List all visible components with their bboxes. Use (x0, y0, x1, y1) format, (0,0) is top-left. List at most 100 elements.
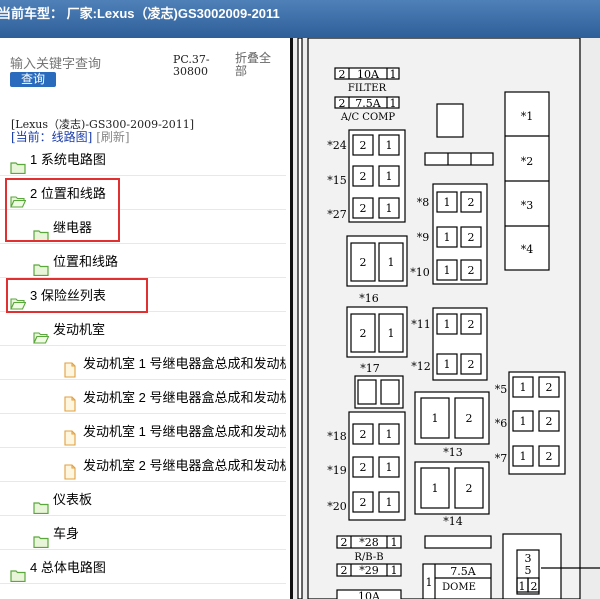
title-bar: 当前车型： 厂家:Lexus（凌志)GS3002009-2011 (0, 0, 600, 38)
svg-text:2: 2 (360, 139, 367, 152)
svg-text:1: 1 (426, 576, 433, 589)
svg-text:1: 1 (520, 450, 527, 463)
tree-item[interactable]: 发动机室 2 号继电器盒总成和发动机 (0, 381, 286, 414)
svg-text:1: 1 (386, 428, 393, 441)
tree-item[interactable]: 车身 (0, 517, 286, 550)
pin-text: 1 (519, 580, 526, 593)
svg-text:2: 2 (360, 170, 367, 183)
relay-id: *7 (495, 452, 508, 465)
refresh-link[interactable]: [刷新] (96, 130, 129, 144)
tree-item[interactable]: 1 系统电路图 (0, 143, 286, 176)
current-vehicle-title: 当前车型： 厂家:Lexus（凌志)GS3002009-2011 (0, 6, 280, 21)
fuse-text: R/B-B (354, 552, 383, 563)
svg-text:1: 1 (386, 461, 393, 474)
fuse-text: FILTER (348, 83, 387, 94)
fuse-text: 1 (390, 97, 397, 110)
folder-closed-icon (33, 493, 49, 515)
fuse-text: 10A (357, 68, 380, 81)
tree-item[interactable]: 发动机室 1 号继电器盒总成和发动机 (0, 415, 286, 448)
tree-item-label: 4 总体电路图 (30, 560, 106, 575)
relay-id: *15 (327, 174, 347, 187)
collapse-all-link[interactable]: 折叠全部 (235, 52, 280, 78)
svg-text:2: 2 (466, 412, 473, 425)
page-icon (63, 425, 79, 446)
tree-item-label: 位置和线路 (53, 254, 119, 269)
svg-text:1: 1 (432, 412, 439, 425)
relay-id: *27 (327, 208, 347, 221)
svg-text:1: 1 (444, 231, 451, 244)
relay-id: *19 (327, 464, 347, 477)
search-input[interactable] (10, 56, 165, 71)
tree-item-label: 1 系统电路图 (30, 152, 106, 167)
tree-item[interactable]: 发动机室 2 号继电器盒总成和发动机 (0, 449, 286, 482)
search-button[interactable]: 查询 (10, 72, 56, 87)
svg-text:1: 1 (388, 327, 395, 340)
tree-item[interactable]: 发动机室 (0, 313, 286, 346)
fuse-text: 7.5A (355, 97, 381, 110)
tree-item-label: 车身 (53, 526, 80, 541)
svg-text:1: 1 (444, 318, 451, 331)
relay-id: *2 (521, 155, 534, 168)
relay-id: *13 (443, 446, 463, 459)
svg-text:1: 1 (386, 139, 393, 152)
svg-text:1: 1 (386, 496, 393, 509)
svg-text:1: 1 (444, 358, 451, 371)
svg-text:2: 2 (546, 450, 553, 463)
relay-id: *20 (327, 500, 347, 513)
fuse-text: 10A (358, 590, 381, 599)
pc-code-label: PC.37-30800 (173, 53, 210, 78)
svg-text:2: 2 (546, 381, 553, 394)
relay-id: *3 (521, 199, 534, 212)
tree-item-label: 发动机室 1 号继电器盒总成和发动机 (83, 356, 286, 371)
relay-id: *11 (411, 318, 431, 331)
svg-text:1: 1 (391, 564, 398, 577)
svg-text:2: 2 (546, 415, 553, 428)
relay-id: *12 (411, 360, 431, 373)
tree-item[interactable]: 仪表板 (0, 483, 286, 516)
fuse-text: *29 (359, 564, 379, 577)
svg-text:2: 2 (360, 327, 367, 340)
svg-text:1: 1 (386, 170, 393, 183)
relay-id: *17 (360, 362, 380, 375)
svg-text:2: 2 (360, 461, 367, 474)
relay-id: *24 (327, 139, 347, 152)
tree-item-label: 仪表板 (53, 492, 93, 507)
fuse-box-diagram: 2 10A 1 FILTER 2 7.5A 1 A/C COMP 2 1 2 1 2… (297, 38, 600, 599)
svg-text:1: 1 (388, 256, 395, 269)
svg-text:2: 2 (468, 231, 475, 244)
svg-text:2: 2 (341, 536, 348, 549)
fuse-text: 2 (339, 68, 346, 81)
tree-item-label: 发动机室 (53, 322, 106, 337)
fuse-text: 2 (339, 97, 346, 110)
svg-text:1: 1 (432, 482, 439, 495)
fuse-text: *28 (359, 536, 379, 549)
page-icon (63, 391, 79, 412)
svg-text:1: 1 (386, 202, 393, 215)
svg-text:2: 2 (360, 496, 367, 509)
highlight-box-location (5, 178, 120, 242)
tree-item-label: 发动机室 2 号继电器盒总成和发动机 (83, 390, 286, 405)
relay-id: *8 (417, 196, 430, 209)
fuse-text: 7.5A (450, 565, 476, 578)
svg-text:2: 2 (360, 202, 367, 215)
tree-item[interactable]: 发动机室 1 号继电器盒总成和发动机 (0, 347, 286, 380)
relay-id: *16 (359, 292, 379, 305)
left-panel: 查询 PC.37-30800 折叠全部 [Lexus（凌志)-GS300-200… (0, 38, 290, 599)
relay-id: *5 (495, 383, 508, 396)
fuse-text: DOME (442, 582, 476, 593)
page-icon (63, 459, 79, 480)
fuse-text: A/C COMP (340, 112, 396, 123)
svg-text:1: 1 (391, 536, 398, 549)
svg-text:2: 2 (341, 564, 348, 577)
tree-item[interactable]: 4 总体电路图 (0, 551, 286, 584)
tree-item[interactable]: 位置和线路 (0, 245, 286, 278)
wiring-diagram-panel[interactable]: 2 10A 1 FILTER 2 7.5A 1 A/C COMP 2 1 2 1 2… (290, 38, 600, 599)
svg-text:2: 2 (468, 196, 475, 209)
relay-id: *10 (410, 266, 430, 279)
folder-closed-icon (10, 561, 26, 583)
highlight-box-fuse-list (6, 278, 148, 313)
relay-id: *14 (443, 515, 463, 528)
relay-id: *9 (417, 231, 430, 244)
svg-text:1: 1 (444, 264, 451, 277)
svg-text:2: 2 (466, 482, 473, 495)
